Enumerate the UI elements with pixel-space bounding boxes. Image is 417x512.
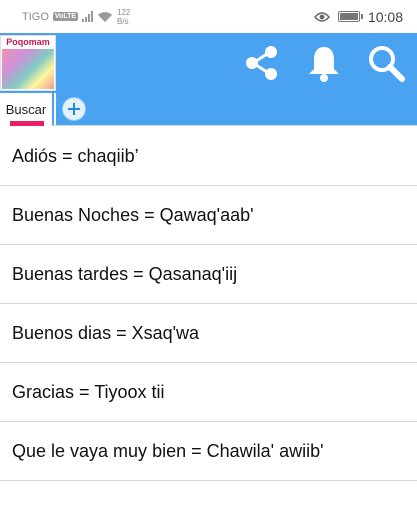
tab-buscar[interactable]: Buscar [0,93,52,126]
status-left: TIGO VoLTE 122 B/s [22,8,130,26]
share-icon [246,46,277,80]
logo-title: Poqomam [6,37,50,47]
speed-unit: B/s [117,16,129,26]
tab-buscar-label: Buscar [5,102,47,117]
phrase-text: Buenas tardes = Qasanaq'iij [12,263,238,284]
volte-badge: VoLTE [52,12,79,21]
list-item[interactable]: Buenas tardes = Qasanaq'iij [0,245,417,304]
tab-bar: Buscar [0,93,417,126]
clock: 10:08 [367,8,403,25]
list-item[interactable]: Buenas Noches = Qawaq'aab' [0,186,417,245]
status-bar: TIGO VoLTE 122 B/s 10:08 [0,0,417,33]
tab-divider [54,93,56,125]
notifications-button[interactable] [303,42,345,84]
app-bar: Poqomam [0,33,417,93]
bell-icon [309,47,339,82]
carrier-label: TIGO [22,10,49,23]
share-button[interactable] [241,42,283,84]
search-icon [369,46,405,82]
plus-icon [68,103,80,115]
phrase-text: Adiós = chaqiib’ [12,145,139,166]
list-item[interactable]: Gracias = Tiyoox tii [0,363,417,422]
logo-image [2,49,54,89]
phrase-text: Que le vaya muy bien = Chawila' awiib' [12,440,324,461]
phrase-list: Adiós = chaqiib’ Buenas Noches = Qawaq'a… [0,127,417,481]
network-speed: 122 B/s [117,8,130,26]
battery-icon [337,11,363,22]
tab-indicator [10,121,44,126]
appbar-actions [241,42,407,84]
phrase-text: Gracias = Tiyoox tii [12,381,165,402]
signal-icon [82,11,94,22]
app-logo: Poqomam [0,35,56,91]
wifi-icon [98,11,113,22]
phrase-text: Buenos dias = Xsaq'wa [12,322,200,343]
add-tab-button[interactable] [62,97,86,121]
list-item[interactable]: Buenos dias = Xsaq'wa [0,304,417,363]
speed-value: 122 [117,7,131,17]
list-item[interactable]: Que le vaya muy bien = Chawila' awiib' [0,422,417,481]
eye-icon [314,11,330,22]
status-right: 10:08 [314,9,403,25]
search-button[interactable] [365,42,407,84]
phrase-text: Buenas Noches = Qawaq'aab' [12,204,254,225]
list-item[interactable]: Adiós = chaqiib’ [0,127,417,186]
